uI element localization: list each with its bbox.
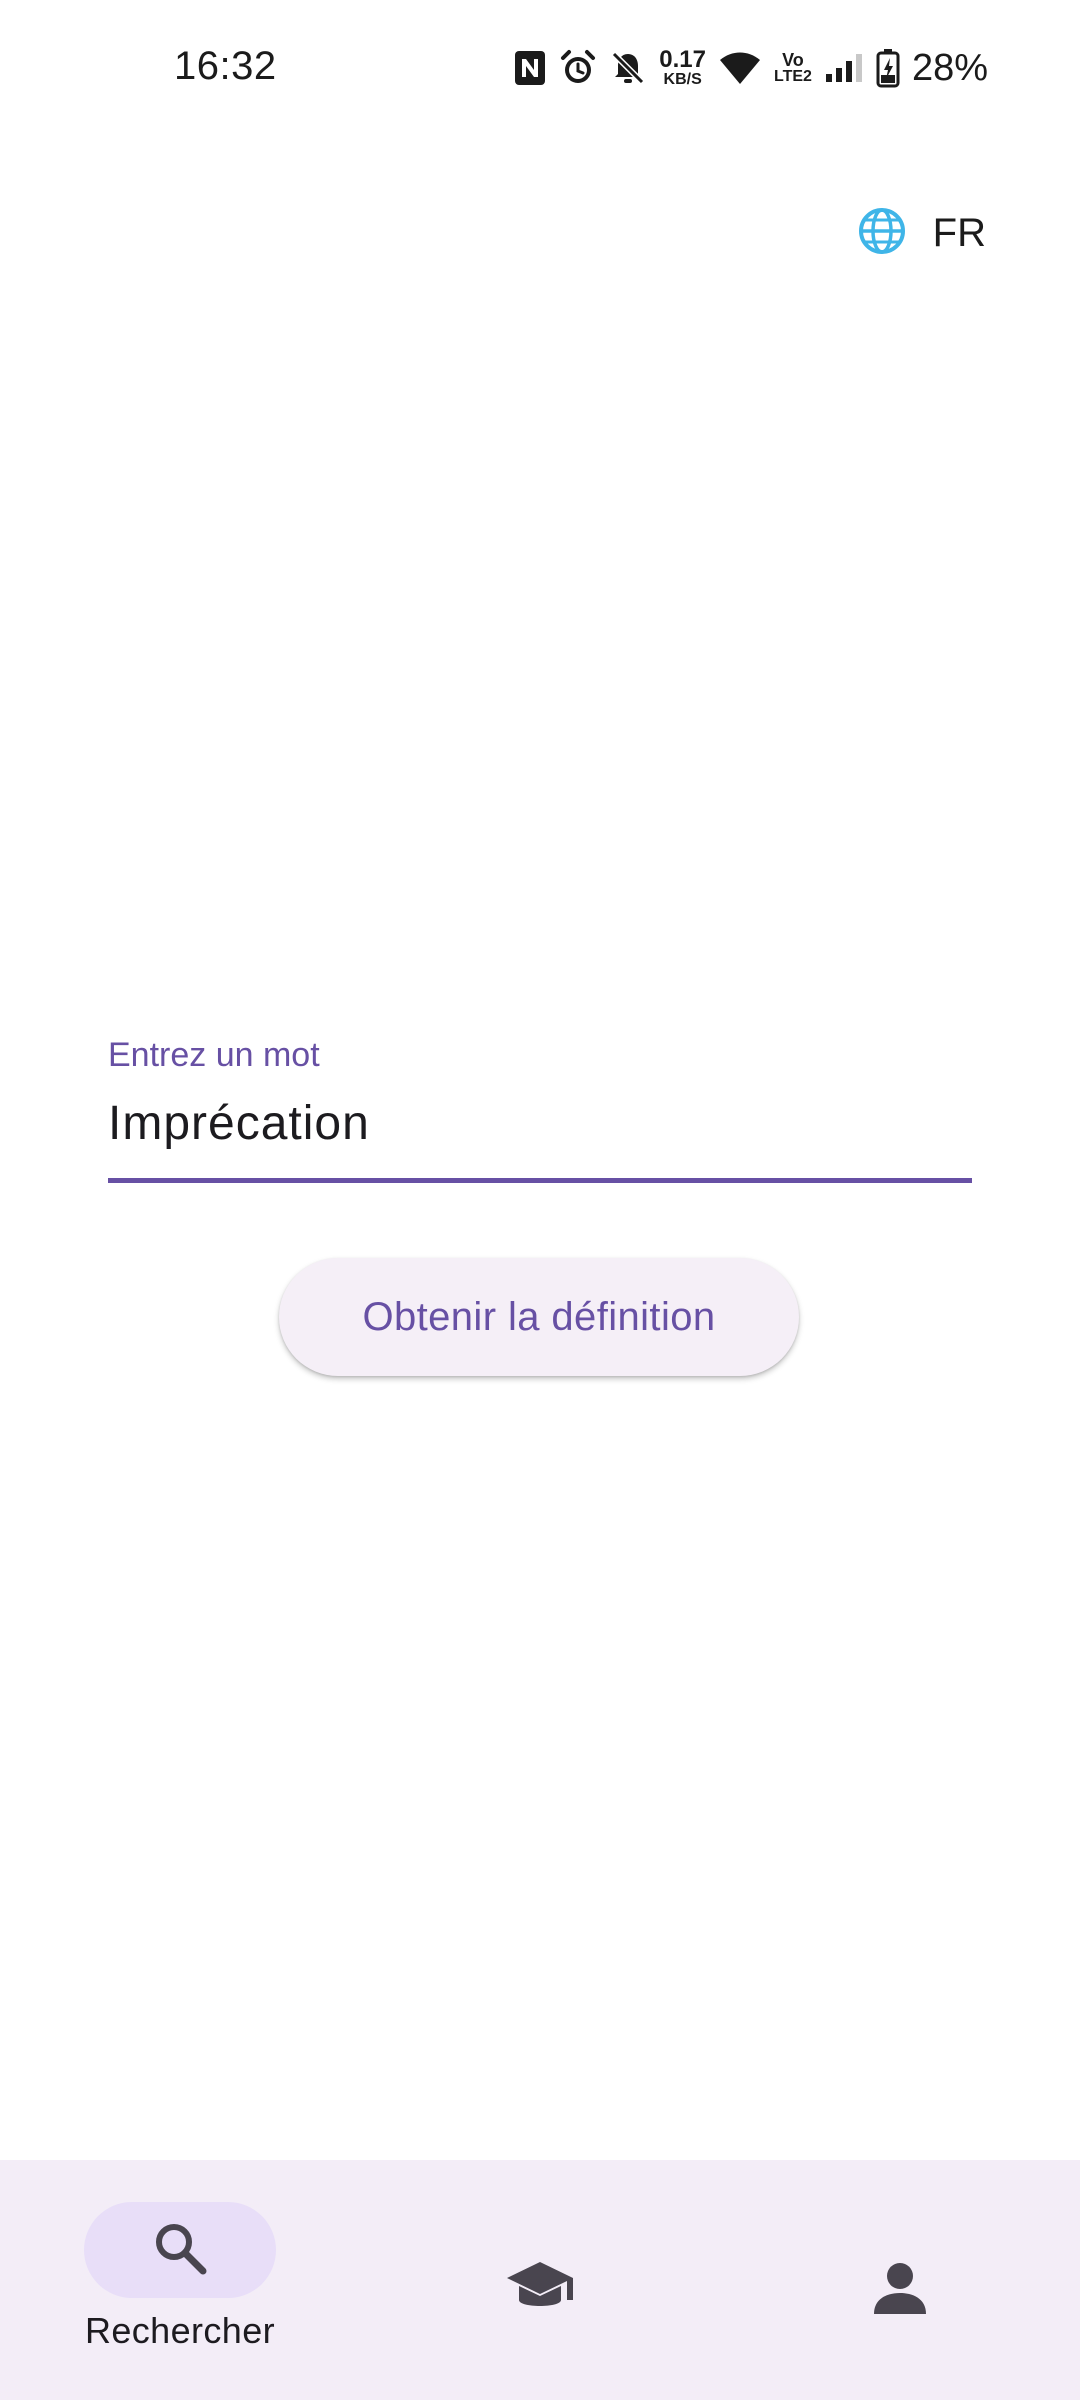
word-field-underline [108, 1178, 972, 1183]
bell-off-icon [609, 49, 647, 87]
word-input[interactable] [108, 1096, 972, 1151]
signal-icon [824, 52, 864, 84]
get-definition-button[interactable]: Obtenir la définition [279, 1258, 799, 1376]
bottom-navigation: Rechercher [0, 2160, 1080, 2400]
app-screen: 16:32 0.17 KB/S Vo LTE2 28% FR Entrez un… [0, 0, 1080, 2400]
nav-label-search: Rechercher [84, 2310, 276, 2351]
alarm-icon [559, 49, 597, 87]
status-time: 16:32 [174, 44, 277, 88]
volte-top: Vo [782, 50, 804, 70]
network-speed-unit: KB/S [663, 71, 702, 88]
battery-percent: 28% [911, 46, 988, 89]
language-selector[interactable]: FR [857, 206, 986, 261]
word-field-label: Entrez un mot [108, 1036, 320, 1074]
nfc-icon [513, 49, 547, 87]
nav-active-indicator [84, 2202, 276, 2298]
volte-indicator: Vo LTE2 [774, 51, 812, 85]
globe-icon [857, 206, 907, 261]
status-icons: 0.17 KB/S Vo LTE2 28% [513, 40, 988, 96]
person-icon [864, 2252, 936, 2324]
nav-item-profile[interactable] [720, 2160, 1080, 2400]
status-bar: 16:32 0.17 KB/S Vo LTE2 28% [0, 0, 1080, 136]
volte-bottom: LTE2 [774, 68, 812, 85]
network-speed-value: 0.17 [659, 46, 706, 73]
nav-item-learn[interactable] [360, 2160, 720, 2400]
wifi-icon [718, 50, 762, 86]
school-icon [504, 2252, 576, 2324]
network-speed: 0.17 KB/S [659, 48, 706, 88]
search-icon [151, 2219, 209, 2282]
battery-charging-icon [876, 48, 900, 88]
language-label: FR [932, 211, 986, 255]
nav-item-search[interactable]: Rechercher [0, 2160, 360, 2400]
word-field[interactable]: Entrez un mot [108, 1030, 972, 1186]
